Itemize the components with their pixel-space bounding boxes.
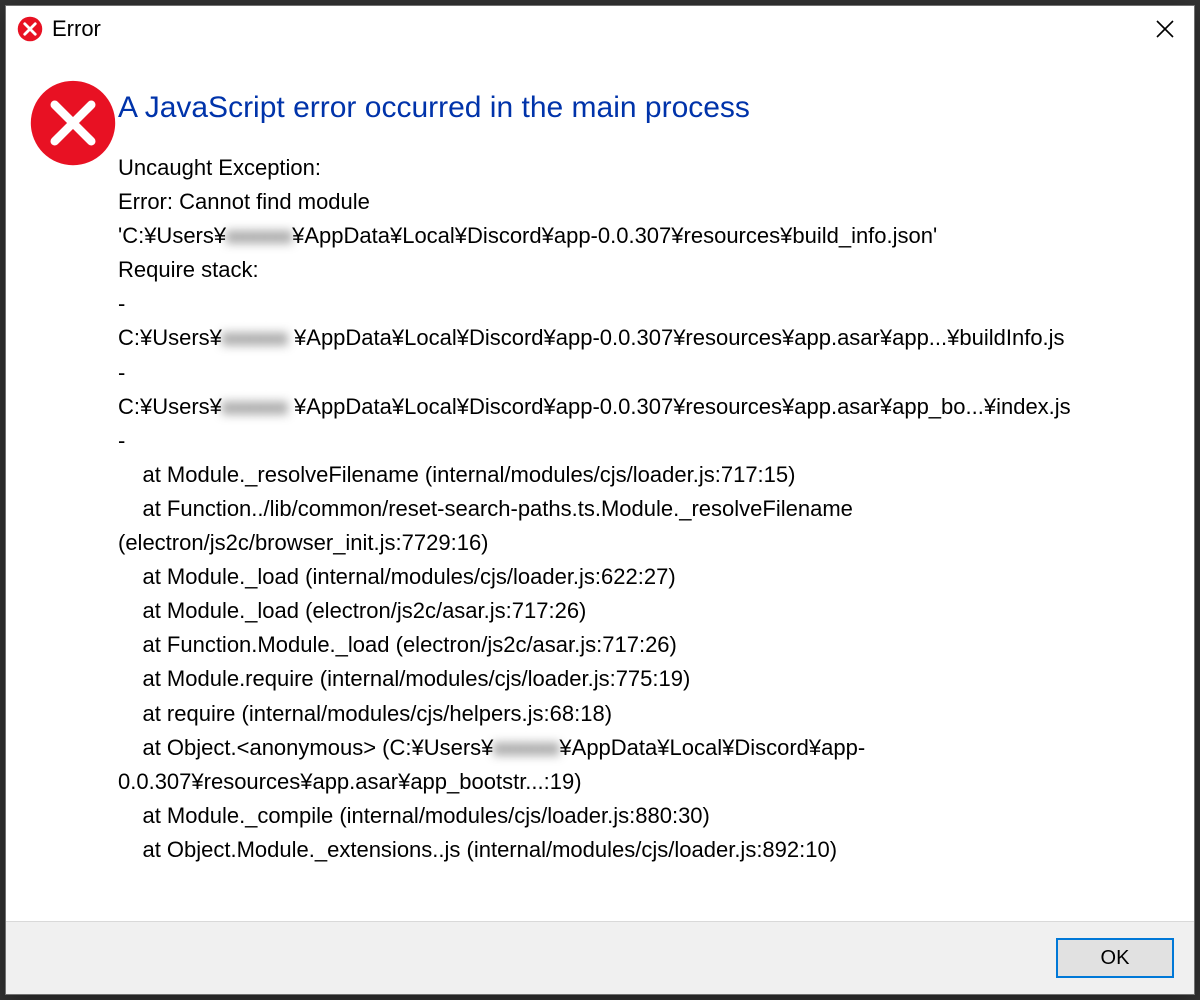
redacted-username: xxxxxx bbox=[493, 735, 559, 760]
stack-line-text: Require stack: bbox=[118, 257, 259, 282]
redacted-username: xxxxxx bbox=[222, 394, 288, 419]
stack-line: Require stack: bbox=[118, 253, 1172, 287]
stack-line-text: ¥AppData¥Local¥Discord¥app-0.0.307¥resou… bbox=[288, 325, 1065, 350]
error-icon bbox=[28, 155, 118, 172]
stack-line: 'C:¥Users¥xxxxxx¥AppData¥Local¥Discord¥a… bbox=[118, 219, 1172, 253]
redacted-username: xxxxxx bbox=[222, 325, 288, 350]
stack-line-text: at Module._compile (internal/modules/cjs… bbox=[118, 803, 710, 828]
stack-line-text: C:¥Users¥ bbox=[118, 394, 222, 419]
stack-line-text: at Object.<anonymous> (C:¥Users¥ bbox=[118, 735, 493, 760]
error-icon bbox=[16, 15, 44, 43]
window-title: Error bbox=[52, 16, 1142, 42]
stack-line-text: ¥AppData¥Local¥Discord¥app-0.0.307¥resou… bbox=[288, 394, 1071, 419]
content-text: Uncaught Exception: Error: Cannot find mo… bbox=[118, 151, 1172, 867]
stack-line: C:¥Users¥xxxxxx ¥AppData¥Local¥Discord¥a… bbox=[118, 390, 1172, 424]
stack-line: at Function../lib/common/reset-search-pa… bbox=[118, 492, 1172, 560]
stack-line-text: at Module._resolveFilename (internal/mod… bbox=[118, 462, 795, 487]
stack-line-text: C:¥Users¥ bbox=[118, 325, 222, 350]
stack-line-text: 'C:¥Users¥ bbox=[118, 223, 226, 248]
stack-line-text: - bbox=[118, 428, 125, 453]
stack-line: at require (internal/modules/cjs/helpers… bbox=[118, 697, 1172, 731]
error-dialog: Error A JavaScript error occurred in the… bbox=[5, 5, 1195, 995]
stack-line-text: at Object.Module._extensions..js (intern… bbox=[118, 837, 837, 862]
stack-line: at Function.Module._load (electron/js2c/… bbox=[118, 628, 1172, 662]
stack-line-text: at Module._load (internal/modules/cjs/lo… bbox=[118, 564, 676, 589]
titlebar: Error bbox=[6, 6, 1194, 52]
stack-line-text: ¥AppData¥Local¥Discord¥app-0.0.307¥resou… bbox=[292, 223, 937, 248]
stack-line: at Module._compile (internal/modules/cjs… bbox=[118, 799, 1172, 833]
stack-line-text: - bbox=[118, 360, 125, 385]
stack-line: - bbox=[118, 356, 1172, 390]
stack-line-text: at Module.require (internal/modules/cjs/… bbox=[118, 666, 690, 691]
close-button[interactable] bbox=[1142, 6, 1188, 52]
stack-line: C:¥Users¥xxxxxx ¥AppData¥Local¥Discord¥a… bbox=[118, 321, 1172, 355]
stack-line: at Module._load (internal/modules/cjs/lo… bbox=[118, 560, 1172, 594]
stack-line: at Module.require (internal/modules/cjs/… bbox=[118, 662, 1172, 696]
stack-line-text: at Function../lib/common/reset-search-pa… bbox=[118, 496, 859, 555]
stack-line: at Object.Module._extensions..js (intern… bbox=[118, 833, 1172, 867]
stack-line: at Module._load (electron/js2c/asar.js:7… bbox=[118, 594, 1172, 628]
stack-line-text: at Function.Module._load (electron/js2c/… bbox=[118, 632, 677, 657]
stack-line: - bbox=[118, 287, 1172, 321]
stack-line-text: at require (internal/modules/cjs/helpers… bbox=[118, 701, 612, 726]
redacted-username: xxxxxx bbox=[226, 223, 292, 248]
stack-line-text: Error: Cannot find module bbox=[118, 189, 370, 214]
stack-line: at Module._resolveFilename (internal/mod… bbox=[118, 458, 1172, 492]
dialog-body: A JavaScript error occurred in the main … bbox=[6, 52, 1194, 921]
main-instruction: A JavaScript error occurred in the main … bbox=[118, 88, 1172, 127]
stack-line: - bbox=[118, 424, 1172, 458]
stack-line: Uncaught Exception: bbox=[118, 151, 1172, 185]
stack-line: at Object.<anonymous> (C:¥Users¥xxxxxx¥A… bbox=[118, 731, 1172, 799]
stack-line: Error: Cannot find module bbox=[118, 185, 1172, 219]
stack-line-text: Uncaught Exception: bbox=[118, 155, 321, 180]
stack-line-text: at Module._load (electron/js2c/asar.js:7… bbox=[118, 598, 586, 623]
ok-button[interactable]: OK bbox=[1056, 938, 1174, 978]
stack-line-text: - bbox=[118, 291, 125, 316]
button-row: OK bbox=[6, 921, 1194, 994]
